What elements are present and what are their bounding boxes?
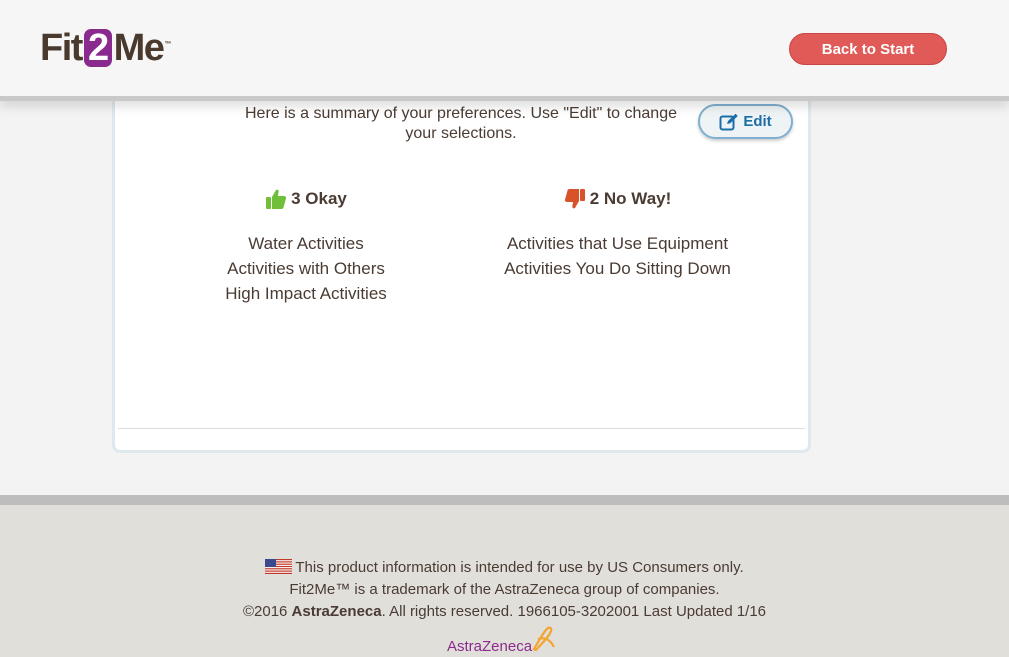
thumbs-up-icon (266, 189, 287, 209)
footer-copyright: ©2016 AstraZeneca. All rights reserved. … (242, 603, 767, 620)
astrazeneca-symbol-icon (532, 626, 556, 652)
okay-heading: 3 Okay (180, 186, 432, 212)
edit-icon (719, 113, 739, 130)
logo-text-me: Me (113, 27, 165, 69)
astrazeneca-logo[interactable]: AstraZeneca (447, 625, 556, 655)
astrazeneca-logo-text: AstraZeneca (447, 638, 533, 655)
footer-trademark-notice: Fit2Me™ is a trademark of the AstraZenec… (289, 581, 720, 598)
back-to-start-button[interactable]: Back to Start (789, 33, 947, 65)
no-way-heading-text: 2 No Way! (589, 189, 672, 208)
footer-consumer-notice: This product information is intended for… (295, 559, 744, 576)
no-way-item: Activities You Do Sitting Down (504, 259, 731, 278)
edit-button[interactable]: Edit (698, 104, 793, 139)
okay-list: Water Activities Activities with Others … (180, 231, 432, 306)
thumbs-down-icon (564, 189, 585, 209)
okay-item: Activities with Others (227, 259, 385, 278)
logo-text-2: 2 (83, 29, 112, 67)
no-way-item: Activities that Use Equipment (506, 234, 729, 253)
site-footer: This product information is intended for… (0, 495, 1009, 657)
no-way-list: Activities that Use Equipment Activities… (465, 231, 770, 281)
footer-line-1: This product information is intended for… (0, 557, 1009, 579)
okay-item: High Impact Activities (225, 284, 387, 303)
edit-button-label: Edit (743, 113, 772, 130)
okay-column: 3 Okay Water Activities Activities with … (180, 186, 432, 306)
okay-heading-text: 3 Okay (291, 189, 347, 208)
fit2me-logo[interactable]: Fit 2 Me ™ (40, 24, 171, 72)
card-divider (118, 428, 805, 429)
okay-item: Water Activities (248, 234, 364, 253)
logo-text-fit: Fit (40, 27, 83, 69)
site-header: Fit 2 Me ™ Back to Start (0, 0, 1009, 101)
summary-intro-text: Here is a summary of your preferences. U… (245, 105, 677, 142)
us-flag-icon (265, 559, 293, 574)
no-way-column: 2 No Way! Activities that Use Equipment … (465, 186, 770, 281)
logo-trademark: ™ (164, 41, 172, 48)
footer-company-name: AstraZeneca (291, 603, 382, 620)
no-way-heading: 2 No Way! (465, 186, 770, 212)
footer-legal-text: This product information is intended for… (0, 557, 1009, 623)
